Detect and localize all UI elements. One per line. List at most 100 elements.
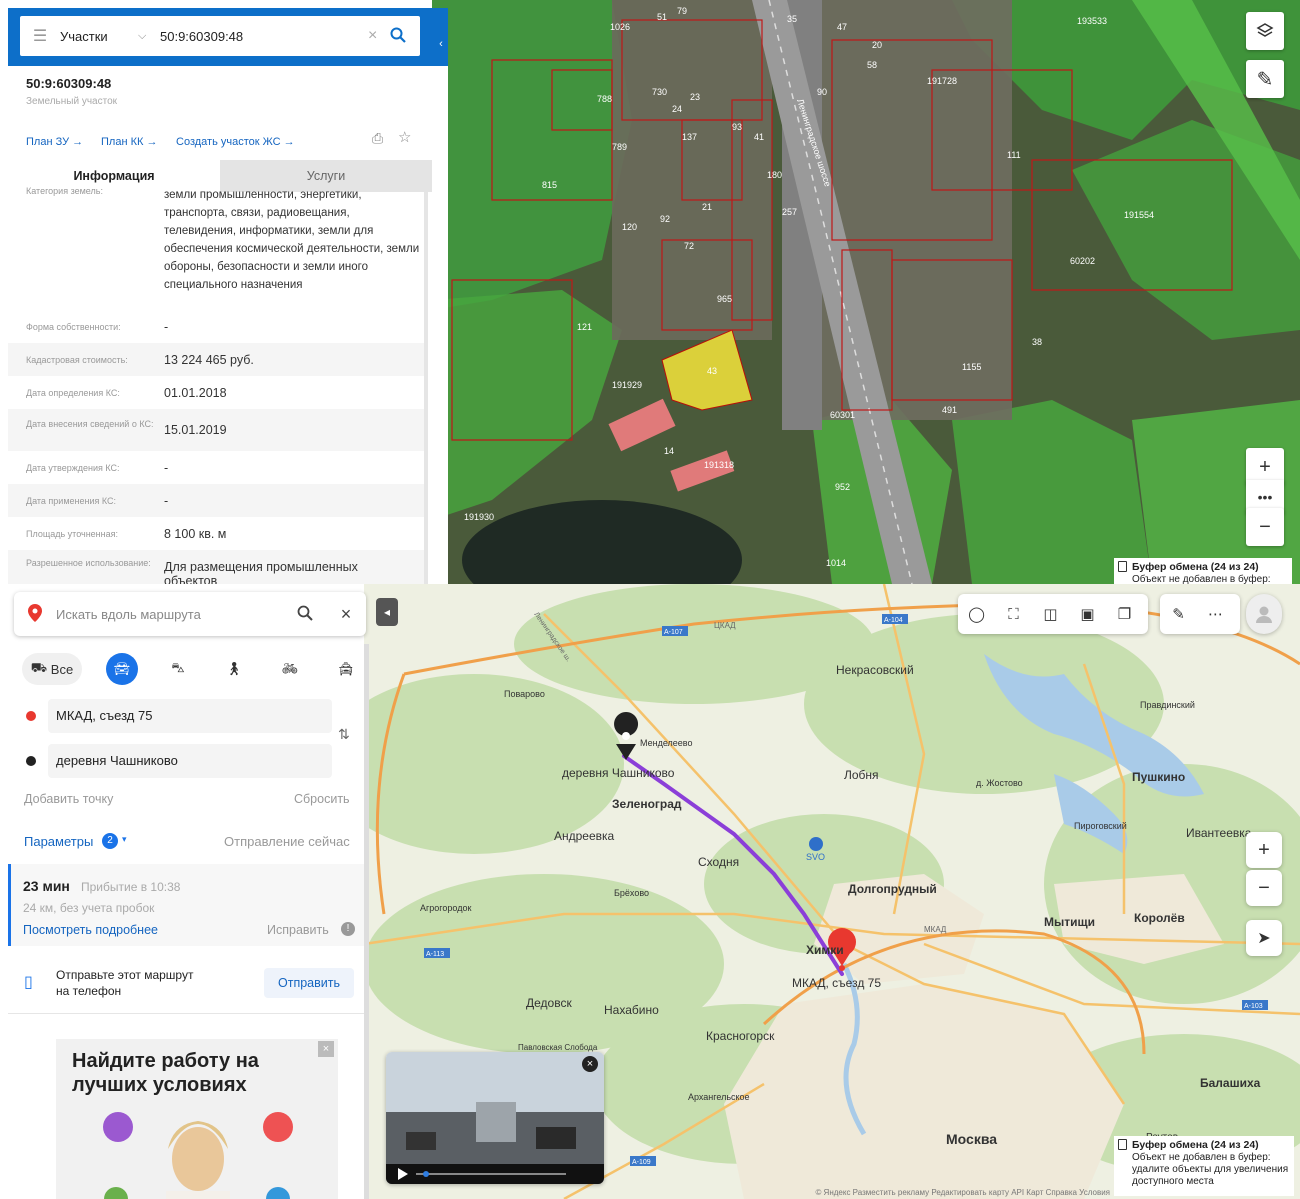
plan-kk-link[interactable]: План КК → — [101, 136, 157, 148]
camera-icon[interactable]: ◫ — [1032, 594, 1069, 634]
parcel-label: 180 — [767, 170, 782, 180]
transit-icon[interactable]: ▣ — [1069, 594, 1106, 634]
mode-bus-button[interactable]: ⛍ — [162, 653, 194, 685]
info-row: Дата определения КС: 01.01.2018 — [8, 376, 424, 409]
place-label: Мытищи — [1044, 915, 1095, 929]
zoom-out-button[interactable]: − — [1246, 870, 1282, 906]
ruler-button[interactable]: ✎ — [1246, 60, 1284, 98]
close-ad-icon[interactable]: × — [318, 1041, 334, 1057]
ruler-icon[interactable]: ✎ — [1160, 594, 1197, 634]
map-footer[interactable]: © Яндекс Разместить рекламу Редактироват… — [815, 1188, 1110, 1197]
close-icon[interactable]: × — [326, 604, 366, 625]
arrival-time: Прибытие в 10:38 — [81, 880, 181, 894]
parcel-label: 788 — [597, 94, 612, 104]
clipboard-toast: Буфер обмена (24 из 24) Объект не добавл… — [1114, 558, 1292, 584]
mode-all-button[interactable]: ⛟ Все — [22, 653, 82, 685]
route-card[interactable]: 23 мин Прибытие в 10:38 24 км, без учета… — [8, 864, 364, 946]
parcel-label: 14 — [664, 446, 674, 456]
parcel-label: 35 — [787, 14, 797, 24]
details-link[interactable]: Посмотреть подробнее — [23, 923, 158, 937]
departure-time[interactable]: Отправление сейчас — [224, 834, 350, 849]
place-label: Москва — [946, 1131, 997, 1147]
params-link[interactable]: Параметры — [24, 834, 93, 849]
star-icon[interactable]: ☆ — [398, 128, 411, 146]
route-search[interactable]: Искать вдоль маршрута × — [14, 592, 366, 636]
swap-icon[interactable]: ⇅ — [338, 726, 350, 743]
ad-banner[interactable]: Найдите работу на лучших условиях × — [56, 1039, 338, 1199]
create-parcel-link[interactable]: Создать участок ЖС → — [176, 136, 295, 148]
parcel-label: 815 — [542, 180, 557, 190]
search-box[interactable]: ☰ Участки ⌵ 50:9:60309:48 × — [20, 16, 420, 56]
layers-icon[interactable]: ❐ — [1106, 594, 1143, 634]
parcel-label: 47 — [837, 22, 847, 32]
mode-car-button[interactable]: 🚘︎ — [106, 653, 138, 685]
pedestrian-icon: 🚶︎ — [225, 661, 243, 676]
satellite-map[interactable]: 51 79 35 47 20 58 1026 788 730 789 23 24… — [432, 0, 1300, 584]
panorama-icon[interactable]: ⛶ — [995, 594, 1032, 634]
parcel-label: 120 — [622, 222, 637, 232]
print-icon[interactable]: ⎙ — [372, 130, 383, 147]
search-icon[interactable] — [390, 27, 420, 46]
parcel-label: 90 — [817, 87, 827, 97]
clipboard-icon — [1118, 561, 1127, 572]
minus-icon: − — [1258, 876, 1270, 899]
warning-icon: ! — [341, 922, 355, 936]
minus-icon: − — [1259, 515, 1271, 538]
transport-modes: ⛟ Все 🚘︎ ⛍ 🚶︎ 🚲︎ 🚖︎ — [22, 652, 362, 686]
chevron-down-icon[interactable]: ▾ — [122, 834, 127, 845]
info-row-label: Форма собственности: — [26, 322, 121, 332]
info-row: Разрешенное использование: Для размещени… — [8, 550, 424, 584]
to-field[interactable]: деревня Чашниково — [48, 744, 332, 778]
video-preview[interactable]: × — [386, 1052, 604, 1184]
locate-button[interactable]: ➤ — [1246, 920, 1282, 956]
plan-zu-link[interactable]: План ЗУ → — [26, 136, 83, 148]
mode-taxi-button[interactable]: 🚖︎ — [330, 653, 362, 685]
mode-walk-button[interactable]: 🚶︎ — [218, 653, 250, 685]
from-field[interactable]: МКАД, съезд 75 — [48, 699, 332, 733]
info-row-value: Для размещения промышленных объектов — [164, 560, 358, 584]
place-label: Правдинский — [1140, 700, 1195, 710]
start-dot-icon — [26, 711, 36, 721]
send-text-line2: на телефон — [56, 984, 122, 998]
chevron-down-icon[interactable]: ⌵ — [138, 30, 160, 43]
place-label: Агрогородок — [420, 903, 471, 913]
panel-scrollbar[interactable] — [364, 644, 369, 1199]
clear-icon[interactable]: × — [368, 27, 390, 45]
car-bus-icon: ⛟ — [30, 660, 48, 675]
more-icon[interactable]: ⋯ — [1197, 594, 1234, 634]
parcel-label: 965 — [717, 294, 732, 304]
search-category[interactable]: Участки — [60, 29, 138, 44]
info-row-label: Дата внесения сведений о КС: — [26, 419, 154, 429]
close-icon[interactable]: × — [582, 1056, 598, 1072]
zoom-in-button[interactable]: + — [1246, 832, 1282, 868]
layers-icon — [1256, 23, 1274, 37]
parcel-label: 789 — [612, 142, 627, 152]
taxi-icon: 🚖︎ — [337, 661, 355, 676]
clipboard-toast: Буфер обмена (24 из 24) Объект не добавл… — [1114, 1136, 1294, 1196]
clipboard-icon — [1118, 1139, 1127, 1150]
fix-link[interactable]: Исправить — [267, 923, 329, 937]
zoom-out-button[interactable]: − — [1246, 508, 1284, 546]
collapse-panel-button[interactable]: ‹ — [434, 30, 448, 58]
route-search-input[interactable]: Искать вдоль маршрута — [56, 607, 284, 622]
add-point-link[interactable]: Добавить точку — [24, 792, 113, 806]
parcel-label: 58 — [867, 60, 877, 70]
info-row: Кадастровая стоимость: 13 224 465 руб. — [8, 343, 424, 376]
parcel-label: 191554 — [1124, 210, 1154, 220]
avatar[interactable] — [1246, 594, 1282, 634]
ad-image — [103, 1112, 293, 1199]
reset-link[interactable]: Сбросить — [294, 792, 350, 806]
layers-button[interactable] — [1246, 12, 1284, 50]
end-dot-icon — [26, 756, 36, 766]
collapse-panel-button[interactable]: ◂ — [376, 598, 398, 626]
panel-scrollbar[interactable] — [424, 192, 428, 584]
search-input[interactable]: 50:9:60309:48 — [160, 29, 368, 44]
send-button[interactable]: Отправить — [264, 968, 354, 998]
traffic-icon[interactable]: ◯ — [958, 594, 995, 634]
mode-bike-button[interactable]: 🚲︎ — [274, 653, 306, 685]
place-label: д. Жостово — [976, 778, 1023, 788]
search-icon[interactable] — [284, 605, 326, 624]
menu-icon[interactable]: ☰ — [20, 26, 60, 46]
parcel-info-panel: ☰ Участки ⌵ 50:9:60309:48 × ‹ 50:9:60309… — [8, 8, 448, 584]
plus-icon: + — [1258, 838, 1270, 861]
